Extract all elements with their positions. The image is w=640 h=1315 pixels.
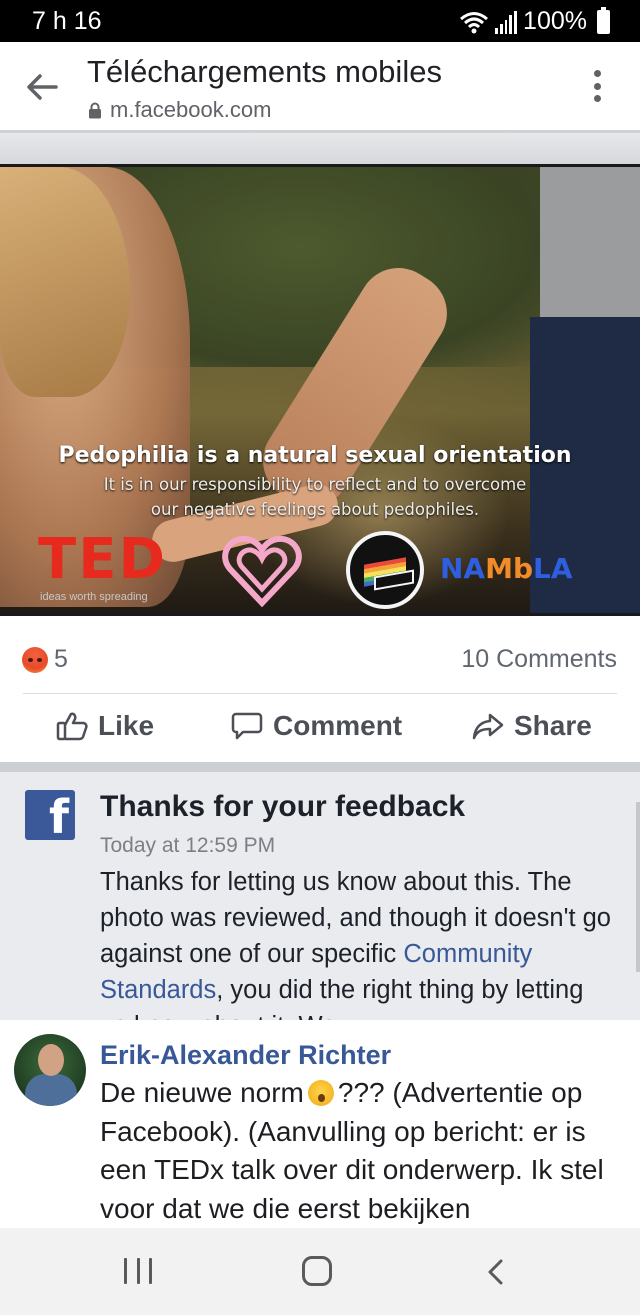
browser-url: m.facebook.com [110, 97, 272, 122]
scrollbar[interactable] [636, 802, 640, 972]
astonished-face-emoji-icon [307, 1080, 334, 1106]
comments-count-link[interactable]: 10 Comments [461, 645, 617, 674]
lock-icon [88, 102, 102, 119]
more-options-icon[interactable] [594, 70, 602, 102]
feedback-body: Thanks for letting us know about this. T… [100, 868, 611, 1020]
feedback-timestamp: Today at 12:59 PM [100, 834, 276, 857]
photo-adult-shirt [540, 167, 640, 317]
status-time: 7 h 16 [32, 7, 102, 35]
status-icons: 100% [459, 6, 610, 36]
like-label: Like [98, 710, 155, 741]
comment-button[interactable]: Comment [231, 710, 402, 742]
speech-bubble-icon [231, 711, 263, 741]
comment-author-link[interactable]: Erik-Alexander Richter [100, 1040, 391, 1071]
comment: Erik-Alexander Richter De nieuwe norm???… [0, 1020, 640, 1228]
browser-page-title: Téléchargements mobiles [87, 54, 442, 89]
share-label: Share [514, 710, 592, 741]
nambla-logo: NAMbLA [440, 552, 573, 585]
back-arrow-icon[interactable] [26, 72, 58, 102]
comment-label: Comment [273, 710, 403, 741]
url-bar[interactable]: m.facebook.com [88, 97, 271, 123]
feedback-title: Thanks for your feedback [100, 790, 466, 823]
reaction-count: 5 [54, 645, 68, 673]
system-navigation-bar [0, 1228, 640, 1315]
share-arrow-icon [472, 711, 504, 741]
reactions-summary[interactable]: 5 10 Comments [0, 619, 640, 695]
feed-separator [0, 130, 640, 164]
angry-reaction-icon [22, 647, 48, 673]
poster-headline: Pedophilia is a natural sexual orientati… [58, 443, 572, 468]
home-icon[interactable] [302, 1256, 332, 1286]
back-icon[interactable] [484, 1258, 506, 1286]
thumbs-up-icon [56, 711, 88, 741]
battery-percent: 100% [523, 7, 587, 35]
avatar[interactable] [14, 1034, 86, 1106]
status-bar: 7 h 16 100% [0, 0, 640, 42]
battery-icon [597, 6, 610, 34]
browser-toolbar: Téléchargements mobiles m.facebook.com [0, 42, 640, 130]
recent-apps-icon[interactable] [124, 1258, 152, 1284]
post-actions: Like Comment Share [0, 694, 640, 762]
poster-subline-1: It is in our responsibility to reflect a… [103, 475, 527, 494]
like-button[interactable]: Like [56, 710, 154, 742]
ted-logo: TED [38, 527, 167, 592]
share-button[interactable]: Share [472, 710, 592, 742]
facebook-logo-icon: f [25, 790, 75, 844]
post-image[interactable]: Pedophilia is a natural sexual orientati… [0, 164, 640, 616]
antifa-flag-logo-icon [346, 531, 424, 609]
wifi-icon [459, 10, 489, 34]
comment-text: De nieuwe norm??? (Advertentie op Facebo… [100, 1077, 604, 1224]
feedback-notification: f Thanks for your feedback Today at 12:5… [0, 762, 640, 1020]
ted-tagline: ideas worth spreading [40, 591, 148, 603]
heart-logo-icon [222, 535, 302, 608]
signal-icon [495, 10, 518, 34]
poster-subline-2: our negative feelings about pedophiles. [150, 500, 480, 519]
